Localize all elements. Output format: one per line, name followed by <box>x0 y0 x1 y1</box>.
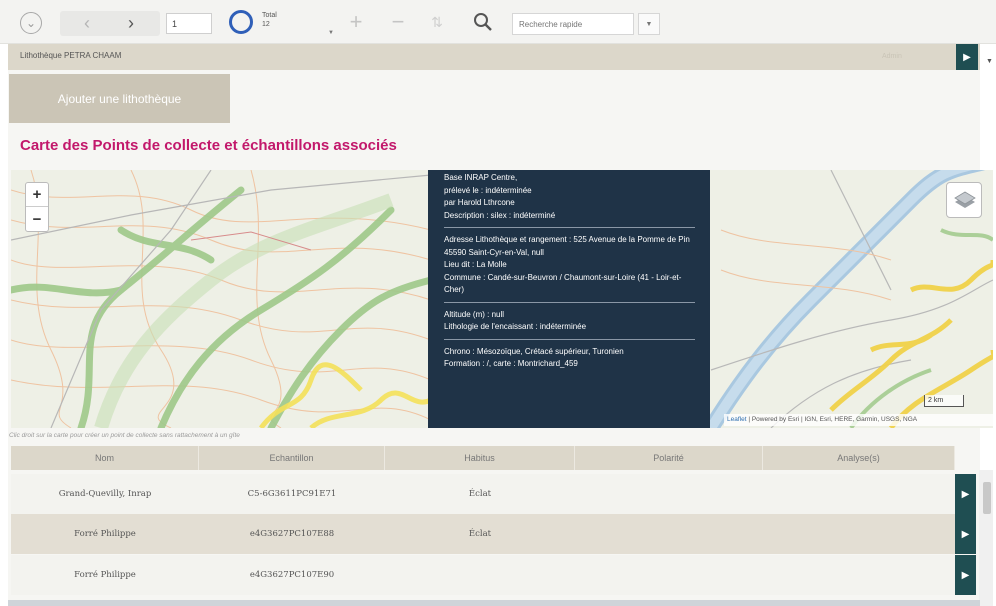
cell-polarite <box>575 514 763 554</box>
layers-icon[interactable] <box>946 182 982 218</box>
cell-analyses <box>763 514 955 554</box>
cell-polarite <box>575 474 763 514</box>
table-row[interactable]: Forré Philippe e4G3627PC107E90 <box>11 555 955 595</box>
scrollbar-thumb[interactable] <box>983 482 991 514</box>
map-attribution: Leaflet | Powered by Esri | IGN, Esri, H… <box>724 414 994 426</box>
chevron-left-icon[interactable]: ‹ <box>74 11 100 36</box>
table-header: Nom Echantillon Habitus Polarité Analyse… <box>11 446 955 470</box>
spinner-ring-icon <box>229 10 253 34</box>
popup-line: Adresse Lithothèque et rangement : 525 A… <box>444 235 690 257</box>
total-value: 12 <box>262 21 270 28</box>
add-lithotheque-button[interactable]: Ajouter une lithothèque <box>9 74 230 123</box>
panel-caret-icon[interactable]: ▼ <box>986 58 993 65</box>
chevron-down-circle-icon[interactable]: ⌄ <box>20 12 42 34</box>
leaflet-link[interactable]: Leaflet <box>727 416 747 423</box>
popup-divider <box>444 227 695 228</box>
map-popup: Base INRAP Centre, prélevé le : indéterm… <box>428 170 710 428</box>
minus-icon[interactable]: − <box>386 9 410 34</box>
quick-search-input[interactable] <box>512 13 634 35</box>
row-open-button[interactable]: ▶ <box>955 474 976 514</box>
attribution-text: | Powered by Esri | IGN, Esri, HERE, Gar… <box>746 416 918 423</box>
column-header-nom[interactable]: Nom <box>11 446 199 470</box>
lithotheque-bar[interactable]: Lithothèque PETRA CHAAM Admin ▶ <box>8 44 980 70</box>
map-hint: Clic droit sur la carte pour créer un po… <box>9 432 240 439</box>
column-header-polarite[interactable]: Polarité <box>575 446 763 470</box>
popup-line: Lithologie de l'encaissant : indéterminé… <box>444 322 587 331</box>
cell-nom: Forré Philippe <box>74 529 136 539</box>
horizontal-scrollbar[interactable] <box>8 600 980 606</box>
zoom-control: + − <box>25 182 49 232</box>
role-badge: Admin <box>882 53 902 60</box>
column-header-echantillon[interactable]: Echantillon <box>199 446 385 470</box>
page-number-input[interactable] <box>166 13 212 34</box>
popup-line: Commune : Candé-sur-Beuvron / Chaumont-s… <box>444 272 682 295</box>
column-header-analyses[interactable]: Analyse(s) <box>763 446 955 470</box>
search-dropdown-button[interactable]: ▼ <box>638 13 660 35</box>
popup-line: Description : silex : indéterminé <box>444 210 556 220</box>
toolbar: ⌄ ‹ › Total 12 ▼ + − ⇅ ▼ <box>0 0 996 44</box>
row-open-button[interactable]: ▶ <box>955 555 976 595</box>
plus-icon[interactable]: + <box>344 9 368 34</box>
cell-echantillon: e4G3627PC107E90 <box>249 570 335 580</box>
zoom-out-button[interactable]: − <box>26 207 48 231</box>
cell-echantillon: e4G3627PC107E88 <box>249 529 335 539</box>
popup-line: Lieu dit : La Molle <box>444 260 507 269</box>
cell-nom: Grand-Quevilly, Inrap <box>58 489 152 499</box>
chevron-right-icon[interactable]: › <box>118 11 144 36</box>
popup-line: par Harold Lthrcone <box>444 198 515 207</box>
cell-echantillon: C5-6G3611PC91E71 <box>247 489 337 499</box>
open-lithotheque-button[interactable]: ▶ <box>956 44 978 70</box>
popup-divider <box>444 338 695 340</box>
lithotheque-name: Lithothèque PETRA CHAAM <box>20 51 122 60</box>
popup-line: Base INRAP Centre, <box>444 173 518 182</box>
popup-divider <box>444 301 695 303</box>
row-open-button[interactable]: ▶ <box>955 514 976 554</box>
cell-nom: Forré Philippe <box>74 570 136 580</box>
cell-habitus <box>385 555 575 595</box>
zoom-in-button[interactable]: + <box>26 183 48 207</box>
total-count: Total 12 <box>262 11 277 29</box>
dropdown-caret-icon[interactable]: ▼ <box>328 30 334 36</box>
search-icon[interactable] <box>472 10 494 34</box>
map-scale: 2 km <box>924 395 964 407</box>
cell-habitus: Éclat <box>468 489 492 499</box>
column-header-habitus[interactable]: Habitus <box>385 446 575 470</box>
popup-line: prélevé le : indéterminée <box>444 185 532 195</box>
popup-line: Chrono : Mésozoïque, Crétacé supérieur, … <box>444 346 624 356</box>
cell-analyses <box>763 474 955 514</box>
cell-polarite <box>575 555 763 595</box>
table-row[interactable]: Grand-Quevilly, Inrap C5-6G3611PC91E71 É… <box>11 474 955 514</box>
sort-icon[interactable]: ⇅ <box>428 12 446 32</box>
popup-line: Formation : /, carte : Montrichard_459 <box>444 359 578 368</box>
map-section-title: Carte des Points de collecte et échantil… <box>20 137 397 154</box>
cell-habitus: Éclat <box>468 529 492 539</box>
total-label: Total <box>262 12 277 19</box>
table-row[interactable]: Forré Philippe e4G3627PC107E88 Éclat <box>11 514 955 554</box>
popup-line: Altitude (m) : null <box>444 309 505 319</box>
cell-analyses <box>763 555 955 595</box>
